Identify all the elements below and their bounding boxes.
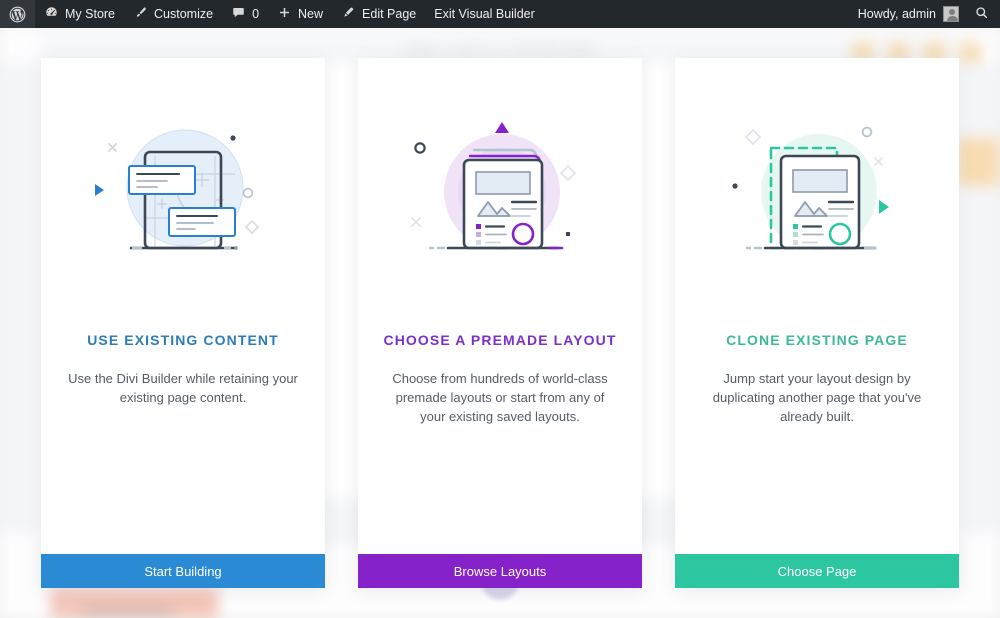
background-phone-text: Make a call on +1 (0) 000-0000 <box>405 42 595 57</box>
exit-visual-builder-label: Exit Visual Builder <box>434 7 535 21</box>
avatar <box>943 6 959 22</box>
choose-page-button[interactable]: Choose Page <box>675 554 959 588</box>
new-content-menu[interactable]: New <box>268 0 332 28</box>
brush-icon <box>133 5 148 23</box>
browse-layouts-button[interactable]: Browse Layouts <box>358 554 642 588</box>
background-orange-block <box>957 138 1000 186</box>
background-photo-pier <box>82 606 174 618</box>
search-button[interactable] <box>968 5 1000 23</box>
card-title: CHOOSE A PREMADE LAYOUT <box>383 332 617 348</box>
account-menu[interactable]: Howdy, admin <box>849 0 968 28</box>
customize-menu[interactable]: Customize <box>124 0 222 28</box>
comment-bubble-icon <box>231 5 246 23</box>
wordpress-logo-icon <box>9 6 26 23</box>
customize-label: Customize <box>154 7 214 21</box>
card-title: CLONE EXISTING PAGE <box>726 332 908 348</box>
comments-count: 0 <box>252 7 260 21</box>
divi-builder-start-overlay: USE EXISTING CONTENT Use the Divi Builde… <box>0 28 1000 618</box>
linkedin-icon <box>960 42 981 63</box>
background-photo <box>50 588 218 618</box>
start-building-button[interactable]: Start Building <box>41 554 325 588</box>
card-description: Jump start your layout design by duplica… <box>712 371 922 424</box>
howdy-label: Howdy, admin <box>857 7 936 21</box>
duplicated-page-illustration <box>675 58 959 328</box>
wordpress-admin-bar: My Store Customize 0 New Edit Page Exit … <box>0 0 1000 28</box>
site-name-menu[interactable]: My Store <box>35 0 124 28</box>
plus-icon <box>277 5 292 23</box>
wordpress-logo-button[interactable] <box>0 0 35 28</box>
option-card-clone-existing-page[interactable]: CLONE EXISTING PAGE Jump start your layo… <box>675 58 959 588</box>
option-card-use-existing-content[interactable]: USE EXISTING CONTENT Use the Divi Builde… <box>41 58 325 588</box>
edit-page-menu[interactable]: Edit Page <box>332 0 425 28</box>
card-description: Use the Divi Builder while retaining you… <box>68 371 298 405</box>
card-title: USE EXISTING CONTENT <box>87 332 279 348</box>
background-right-gutter <box>960 64 1000 534</box>
edit-page-label: Edit Page <box>362 7 417 21</box>
card-description: Choose from hundreds of world-class prem… <box>392 371 608 424</box>
stacked-page-layouts-illustration <box>358 58 642 328</box>
admin-bar-right-items: Howdy, admin <box>849 0 1000 28</box>
new-label: New <box>298 7 324 21</box>
option-card-choose-premade-layout[interactable]: CHOOSE A PREMADE LAYOUT Choose from hund… <box>358 58 642 588</box>
search-icon <box>974 5 989 23</box>
exit-visual-builder-menu[interactable]: Exit Visual Builder <box>425 0 544 28</box>
dashboard-icon <box>44 5 59 23</box>
site-name-label: My Store <box>65 7 116 21</box>
admin-bar-left-items: My Store Customize 0 New Edit Page Exit … <box>0 0 544 28</box>
browser-with-content-boxes-illustration <box>41 58 325 328</box>
background-left-gutter <box>0 64 40 534</box>
pencil-icon <box>341 5 356 23</box>
comments-menu[interactable]: 0 <box>222 0 268 28</box>
